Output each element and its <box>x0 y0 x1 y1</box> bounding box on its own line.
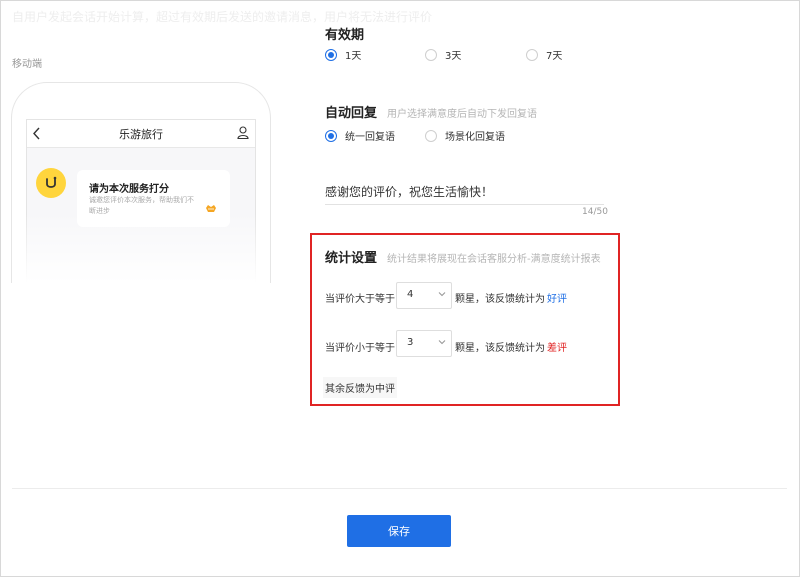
save-button[interactable]: 保存 <box>347 515 451 547</box>
radio-scene-reply[interactable] <box>425 129 437 142</box>
good-rule-prefix: 当评价大于等于 <box>325 294 395 305</box>
reply-input-underline <box>325 204 604 205</box>
chevron-down-icon <box>438 340 446 345</box>
good-threshold-value: 4 <box>407 289 414 300</box>
bad-threshold-select[interactable]: 3 <box>396 330 452 357</box>
validity-option-label: 7天 <box>546 51 563 62</box>
reply-option-unified[interactable]: 统一回复语 <box>325 128 395 143</box>
brand-avatar <box>36 168 66 198</box>
auto-reply-hint: 用户选择满意度后自动下发回复语 <box>387 109 538 120</box>
footer-divider <box>12 488 787 489</box>
statistics-hint: 统计结果将展现在会话客服分析-满意度统计报表 <box>387 254 601 265</box>
statistics-title: 统计设置 <box>325 251 378 266</box>
reply-option-scene[interactable]: 场景化回复语 <box>425 128 505 143</box>
preview-fade <box>12 213 270 283</box>
phone-header: 乐游旅行 <box>27 120 255 148</box>
radio-3day[interactable] <box>425 48 437 61</box>
good-threshold-select[interactable]: 4 <box>396 282 452 309</box>
neutral-rule-text: 其余反馈为中评 <box>323 377 397 398</box>
auto-reply-header: 自动回复 用户选择满意度后自动下发回复语 <box>325 102 537 121</box>
bad-threshold-value: 3 <box>407 337 414 348</box>
phone-title: 乐游旅行 <box>119 128 163 141</box>
validity-title: 有效期 <box>325 28 365 43</box>
good-result-label: 好评 <box>547 294 567 305</box>
preview-label: 移动端 <box>12 59 42 70</box>
validity-option-label: 3天 <box>445 51 462 62</box>
reply-char-counter: 14/50 <box>582 207 608 217</box>
bad-rule-prefix: 当评价小于等于 <box>325 343 395 354</box>
rating-card-title: 请为本次服务打分 <box>89 184 169 195</box>
auto-reply-title: 自动回复 <box>325 106 378 121</box>
radio-1day[interactable] <box>325 48 337 61</box>
statistics-header: 统计设置 统计结果将展现在会话客服分析-满意度统计报表 <box>325 247 601 266</box>
user-icon[interactable] <box>237 126 249 139</box>
validity-option-1[interactable]: 1天 <box>325 47 361 62</box>
bad-rule-suffix: 颗星，该反馈统计为 <box>455 343 545 354</box>
chevron-down-icon <box>438 292 446 297</box>
good-rule-suffix: 颗星，该反馈统计为 <box>455 294 545 305</box>
bad-result-label: 差评 <box>547 343 567 354</box>
validity-option-label: 1天 <box>345 51 362 62</box>
radio-7day[interactable] <box>526 48 538 61</box>
validity-option-3[interactable]: 3天 <box>425 47 461 62</box>
smile-logo-icon <box>46 176 57 188</box>
radio-unified-reply[interactable] <box>325 129 337 142</box>
top-hint-text: 自用户发起会话开始计算，超过有效期后发送的邀请消息，用户将无法进行评价 <box>12 10 433 24</box>
reply-option-label: 统一回复语 <box>345 132 395 143</box>
reply-option-label: 场景化回复语 <box>445 132 505 143</box>
validity-option-7[interactable]: 7天 <box>526 47 562 62</box>
reply-text-input[interactable]: 感谢您的评价，祝您生活愉快！ <box>325 183 493 200</box>
